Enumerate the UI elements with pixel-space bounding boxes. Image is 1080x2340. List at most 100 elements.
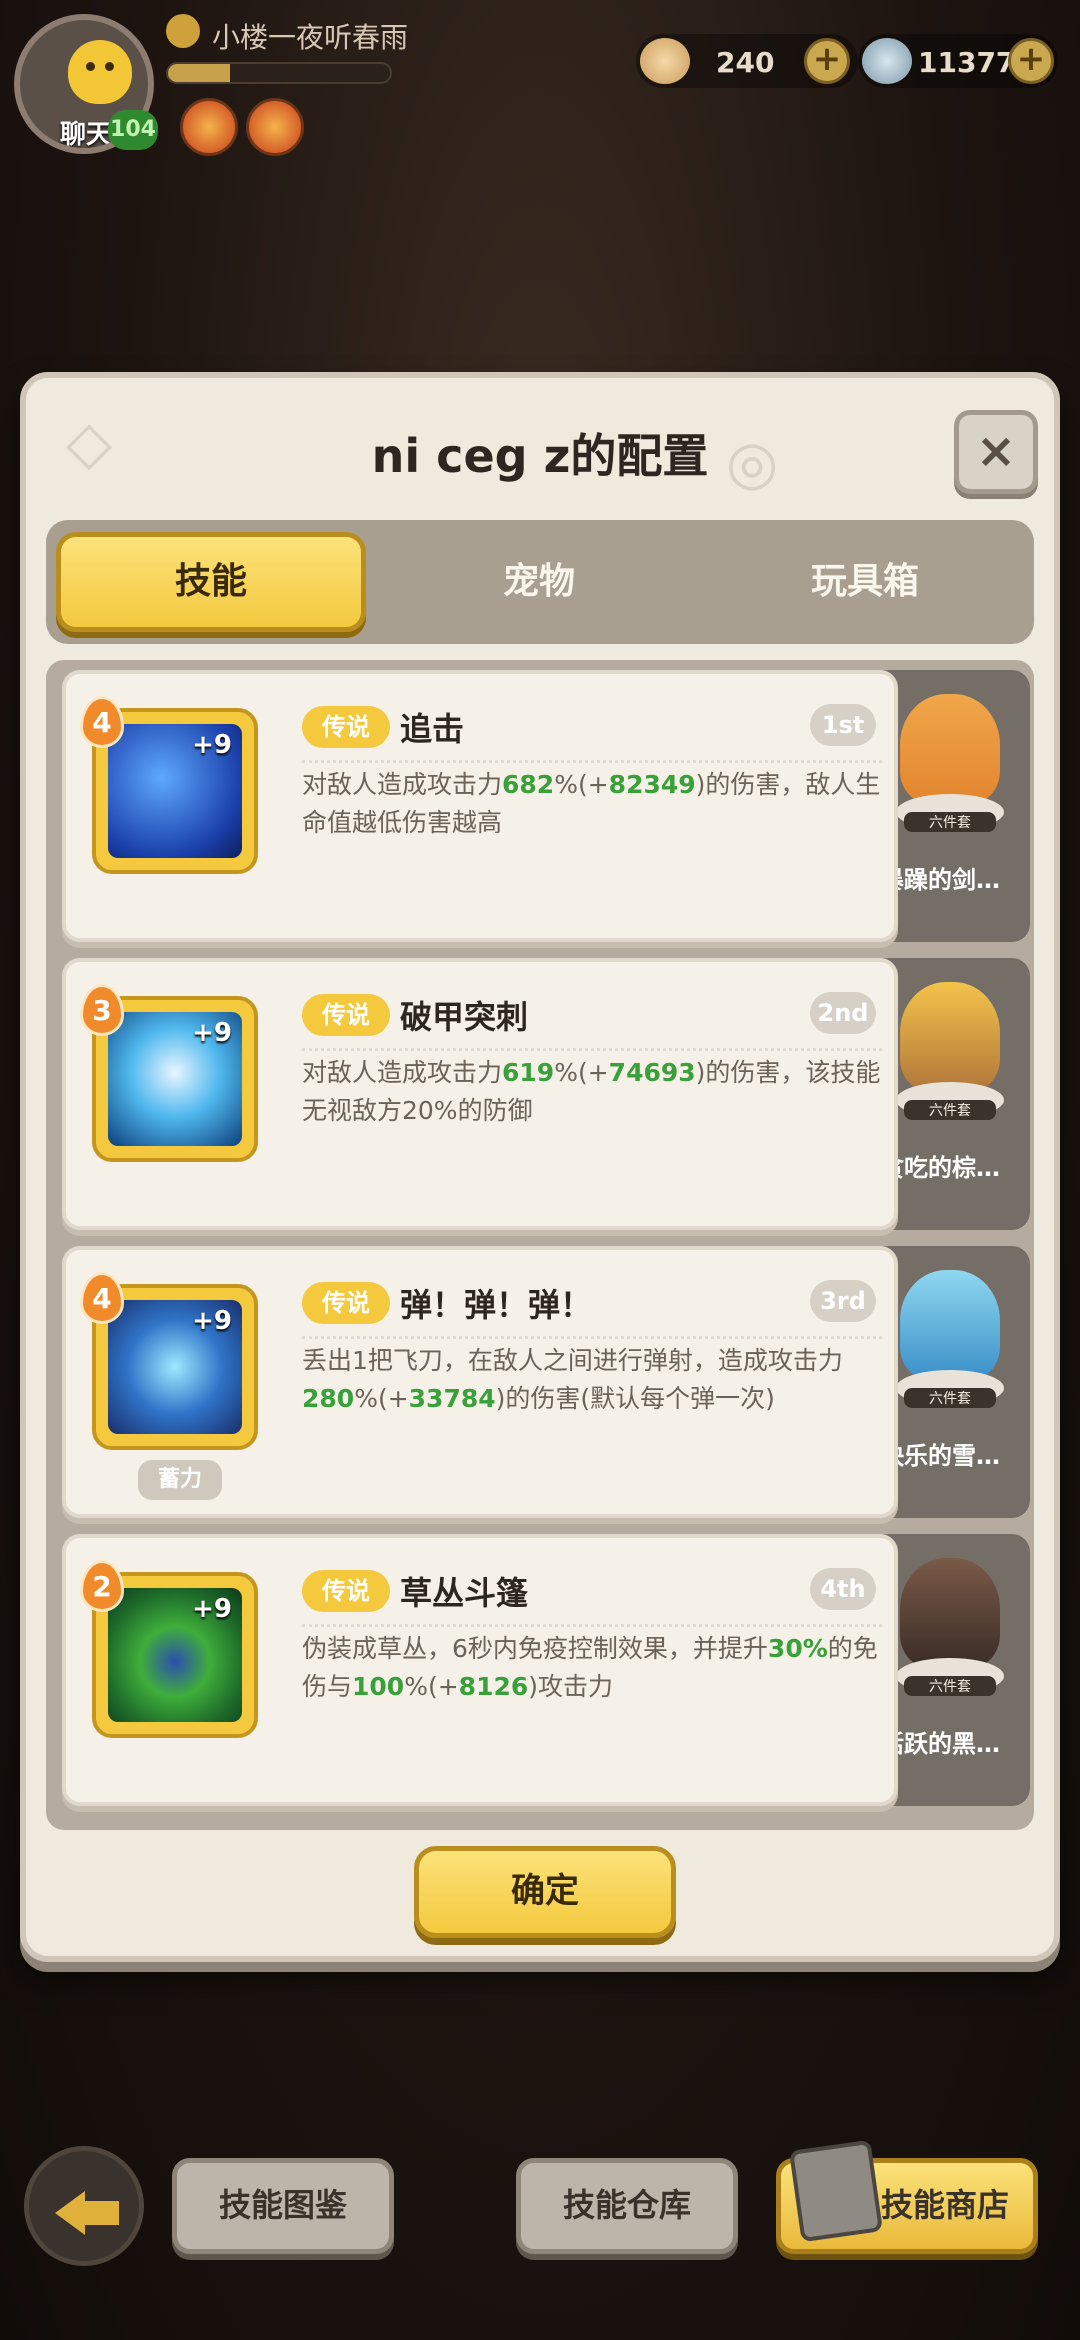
chat-label: 聊天: [60, 120, 113, 150]
pet-slot[interactable]: 六件套 贪吃的棕…: [876, 958, 1030, 1230]
pet-set-label: 六件套: [904, 1388, 996, 1408]
skill-card[interactable]: +9 3 传说 破甲突刺 2nd 对敌人造成攻击力619%(+74693)的伤害…: [62, 958, 898, 1230]
desc-text: 对敌人造成攻击力: [302, 770, 503, 799]
desc-value: 100: [352, 1672, 405, 1701]
skill-card[interactable]: +9 4 蓄力 传说 弹！弹！弹！ 3rd 丢出1把飞刀，在敌人之间进行弹射，造…: [62, 1246, 898, 1518]
pursuit-skill-icon: +9: [108, 724, 242, 858]
rank-badge: 2nd: [810, 992, 876, 1034]
desc-text: )攻击力: [528, 1672, 614, 1701]
dialog-title: ni ceg z的配置: [371, 429, 709, 483]
rarity-badge: 传说: [302, 994, 390, 1036]
tab-toybox[interactable]: 玩具箱: [710, 532, 1020, 632]
desc-value: 33784: [408, 1384, 496, 1413]
buff-icon-2[interactable]: [246, 98, 304, 156]
desc-value: 74693: [608, 1058, 696, 1087]
rank-badge: 4th: [810, 1568, 876, 1610]
buff-icon[interactable]: [180, 98, 238, 156]
skill-codex-button[interactable]: 技能图鉴: [172, 2158, 394, 2254]
pet-slot[interactable]: 六件套 活跃的黑…: [876, 1534, 1030, 1806]
skill-plus: +9: [192, 730, 232, 760]
add-gem-button[interactable]: +: [1008, 38, 1054, 84]
pet-set-label: 六件套: [904, 812, 996, 832]
pet-set-label: 六件套: [904, 1676, 996, 1696]
desc-text: 伪装成草丛，6秒内免疫控制效果，并提升: [302, 1634, 768, 1663]
player-level-badge: 104: [108, 110, 158, 150]
desc-value: 82349: [608, 770, 696, 799]
rank-badge: 1st: [810, 704, 876, 746]
skill-description: 伪装成草丛，6秒内免疫控制效果，并提升30%的免伤与100%(+8126)攻击力: [302, 1630, 882, 1706]
desc-value: 280: [302, 1384, 355, 1413]
skill-level-badge: 3: [80, 984, 124, 1036]
skill-name: 草丛斗篷: [400, 1574, 529, 1612]
pet-figure: [900, 982, 1000, 1092]
skill-level-badge: 4: [80, 696, 124, 748]
pet-slot[interactable]: 六件套 暴躁的剑…: [876, 670, 1030, 942]
close-button[interactable]: ×: [954, 410, 1038, 494]
pet-name: 快乐的雪…: [880, 1442, 1000, 1470]
xp-bar: [166, 62, 392, 84]
gem-counter: 113774 +: [858, 34, 1058, 88]
desc-text: %(+: [554, 770, 609, 799]
skill-plus: +9: [192, 1594, 232, 1624]
desc-text: %(+: [404, 1672, 459, 1701]
gem-icon: [862, 38, 912, 84]
skill-card[interactable]: +9 4 传说 追击 1st 对敌人造成攻击力682%(+82349)的伤害，敌…: [62, 670, 898, 942]
pet-name: 活跃的黑…: [880, 1730, 1000, 1758]
rarity-badge: 传说: [302, 1570, 390, 1612]
pet-figure: [900, 1270, 1000, 1380]
rarity-badge: 传说: [302, 1282, 390, 1324]
armor-pierce-skill-icon: +9: [108, 1012, 242, 1146]
add-coin-button[interactable]: +: [804, 38, 850, 84]
skill-description: 对敌人造成攻击力619%(+74693)的伤害，该技能无视敌方20%的防御: [302, 1054, 882, 1130]
back-arrow-tail: [81, 2201, 119, 2225]
pet-set-label: 六件套: [904, 1100, 996, 1120]
shop-icon: [788, 2139, 884, 2243]
desc-value: 30%: [767, 1634, 828, 1663]
divider: [302, 1336, 882, 1339]
pet-slot[interactable]: 六件套 快乐的雪…: [876, 1246, 1030, 1518]
grass-cloak-skill-icon: +9: [108, 1588, 242, 1722]
rarity-badge: 传说: [302, 706, 390, 748]
skill-plus: +9: [192, 1018, 232, 1048]
skill-description: 对敌人造成攻击力682%(+82349)的伤害，敌人生命值越低伤害越高: [302, 766, 882, 842]
divider: [302, 1048, 882, 1051]
skill-level-badge: 2: [80, 1560, 124, 1612]
skill-name: 追击: [400, 710, 465, 748]
desc-text: 对敌人造成攻击力: [302, 1058, 503, 1087]
chat-avatar-icon: [68, 40, 132, 104]
skill-name: 破甲突刺: [400, 998, 529, 1036]
bounce-blade-skill-icon: +9: [108, 1300, 242, 1434]
skill-shop-button[interactable]: 技能商店: [776, 2139, 1038, 2254]
divider: [302, 1624, 882, 1627]
skill-storage-button[interactable]: 技能仓库: [516, 2158, 738, 2254]
close-icon: ×: [975, 423, 1017, 479]
charge-badge: 蓄力: [138, 1460, 222, 1500]
pet-name: 暴躁的剑…: [880, 866, 1000, 894]
pet-figure: [900, 1558, 1000, 1668]
desc-value: 682: [502, 770, 555, 799]
desc-value: 8126: [458, 1672, 529, 1701]
desc-text: %(+: [554, 1058, 609, 1087]
desc-text: %(+: [354, 1384, 409, 1413]
skill-level-badge: 4: [80, 1272, 124, 1324]
skill-card[interactable]: +9 2 传说 草丛斗篷 4th 伪装成草丛，6秒内免疫控制效果，并提升30%的…: [62, 1534, 898, 1806]
top-hud: 聊天 104 小楼一夜听春雨 240 + 113774 +: [0, 0, 1080, 200]
rank-badge: 3rd: [810, 1280, 876, 1322]
skill-plus: +9: [192, 1306, 232, 1336]
pet-name: 贪吃的棕…: [880, 1154, 1000, 1182]
desc-value: 619: [502, 1058, 555, 1087]
divider: [302, 760, 882, 763]
player-name: 小楼一夜听春雨: [212, 21, 409, 54]
tab-pets[interactable]: 宠物: [384, 532, 694, 632]
confirm-button[interactable]: 确定: [414, 1846, 676, 1938]
coin-icon: [640, 38, 690, 84]
xp-fill: [168, 64, 231, 82]
desc-text: )的伤害(默认每个弹一次): [495, 1384, 775, 1413]
desc-text: 丢出1把飞刀，在敌人之间进行弹射，造成攻击力: [302, 1346, 843, 1375]
back-button[interactable]: [24, 2146, 144, 2266]
coin-value: 240: [716, 46, 775, 79]
skill-list: 六件套 暴躁的剑… +9 4 传说 追击 1st 对敌人造成攻击力682%(+8…: [46, 660, 1034, 1830]
tab-skills[interactable]: 技能: [56, 532, 366, 632]
pet-figure: [900, 694, 1000, 804]
config-dialog: ◇ ◎ ni ceg z的配置 × 技能 宠物 玩具箱 六件套 暴躁的剑… +9…: [20, 372, 1060, 1962]
